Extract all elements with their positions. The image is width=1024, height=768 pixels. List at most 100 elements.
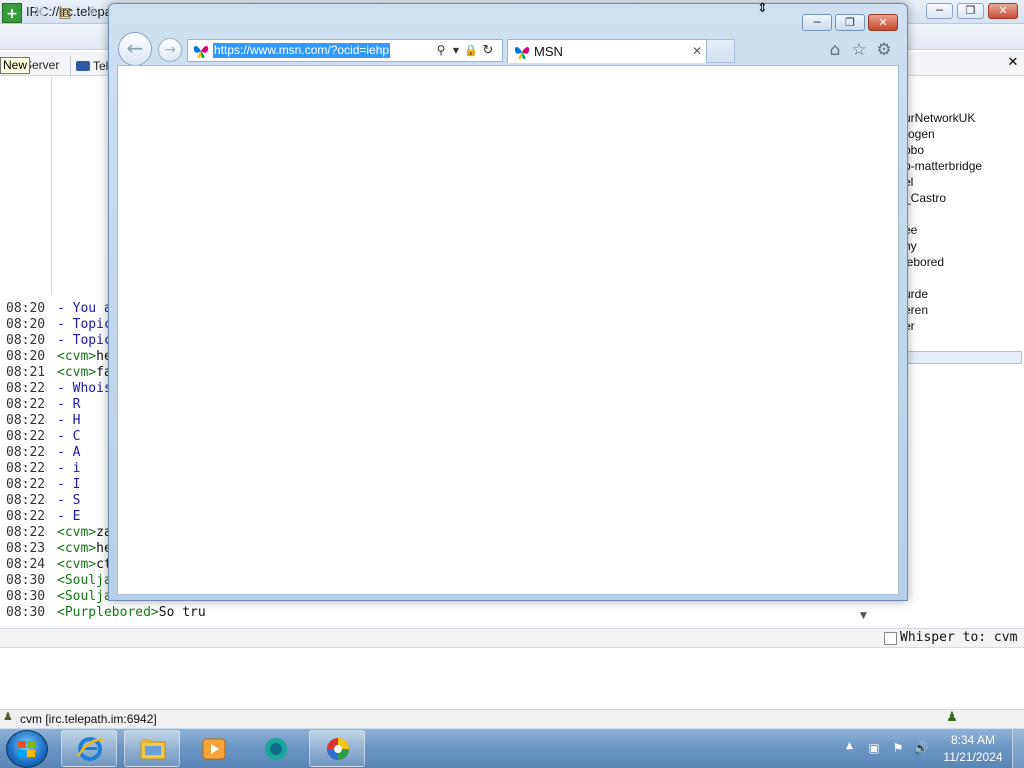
chat-timestamp: 08:22	[6, 381, 46, 396]
chat-message: - C	[57, 429, 80, 445]
disconnect-icon[interactable]: ✕	[29, 3, 49, 23]
chat-message: - You a	[57, 301, 112, 317]
action-center-flag-icon[interactable]: ⚑	[890, 741, 906, 755]
chat-timestamp: 08:22	[6, 413, 46, 428]
chat-nick[interactable]: <Purplebored>	[57, 605, 159, 620]
whisper-checkbox[interactable]	[884, 632, 897, 645]
volume-icon[interactable]: 🔊	[913, 741, 929, 755]
chat-message: - E	[57, 509, 80, 525]
tray-overflow-icon[interactable]: ▲	[846, 741, 853, 751]
chat-input[interactable]	[0, 649, 1024, 709]
address-bar[interactable]: https://www.msn.com/?ocid=iehp ⚲ ▼ 🔒 ↻	[187, 39, 503, 62]
search-icon[interactable]: ⚲	[434, 42, 448, 59]
irc-close-button[interactable]: ✕	[988, 3, 1018, 19]
status-text: cvm [irc.telepath.im:6942]	[20, 712, 157, 726]
chat-message: <cvm>za	[57, 525, 112, 541]
user-list-item[interactable]: _Castro	[904, 190, 946, 206]
chat-timestamp: 08:22	[6, 445, 46, 460]
network-icon	[76, 61, 90, 71]
properties-icon[interactable]: ▤	[55, 3, 75, 23]
internet-explorer-icon	[76, 737, 104, 761]
msn-butterfly-icon	[514, 47, 530, 59]
chat-scrollbar[interactable]: ▼	[855, 600, 872, 625]
new-tab-button[interactable]	[707, 39, 735, 63]
search-dropdown-icon[interactable]: ▼	[449, 42, 463, 59]
chat-nick[interactable]: <cvm>	[57, 349, 96, 364]
lock-icon[interactable]: 🔒	[464, 42, 478, 59]
browser-minimize-button[interactable]: ─	[802, 14, 832, 31]
chat-nick[interactable]: <Soulja	[57, 589, 112, 604]
taskbar-chat-app[interactable]	[247, 730, 303, 767]
scroll-down-icon[interactable]: ▼	[855, 608, 872, 624]
windows-logo-icon	[18, 741, 36, 757]
chat-nick[interactable]: <cvm>	[57, 525, 96, 540]
irc-maximize-button[interactable]: ❐	[957, 3, 984, 19]
tools-gear-icon[interactable]: ⚙	[874, 40, 894, 60]
chat-message: <cvm>he	[57, 349, 112, 365]
chat-timestamp: 08:22	[6, 397, 46, 412]
user-icon[interactable]: ⚘	[82, 3, 102, 23]
user-list-item[interactable]: lebored	[904, 254, 944, 270]
user-list-item[interactable]: p-matterbridge	[904, 158, 982, 174]
chat-message: - A	[57, 445, 80, 461]
browser-close-button[interactable]: ✕	[868, 14, 898, 31]
browser-content[interactable]	[117, 65, 899, 595]
chat-line: 08:30 <Purplebored>So tru	[0, 605, 872, 621]
input-header	[0, 628, 1024, 648]
browser-maximize-button[interactable]: ❐	[835, 14, 865, 31]
chat-timestamp: 08:30	[6, 589, 46, 604]
chat-system-text: - C	[57, 429, 81, 444]
forward-button[interactable]: →	[158, 38, 182, 62]
chat-message: - Whois	[57, 381, 112, 397]
chat-nick[interactable]: <Soulja	[57, 573, 112, 588]
clock-date[interactable]: 11/21/2024	[940, 750, 1006, 764]
taskbar-windows-explorer[interactable]	[124, 730, 180, 767]
chat-nick[interactable]: <cvm>	[57, 541, 96, 556]
irc-minimize-button[interactable]: ─	[926, 3, 953, 19]
back-button[interactable]: ←	[118, 32, 152, 66]
user-list-item[interactable]: rogen	[904, 126, 935, 142]
taskbar-internet-explorer[interactable]	[61, 730, 117, 767]
chat-system-text: - I	[57, 477, 81, 492]
url-text[interactable]: https://www.msn.com/?ocid=iehp	[213, 43, 391, 58]
network-icon[interactable]: ▣	[866, 741, 882, 755]
chat-timestamp: 08:30	[6, 573, 46, 588]
clock-time[interactable]: 8:34 AM	[940, 733, 1006, 747]
taskbar-media-player[interactable]	[185, 730, 241, 767]
chat-timestamp: 08:20	[6, 333, 46, 348]
chat-message: - H	[57, 413, 80, 429]
chat-system-text: - H	[57, 413, 81, 428]
chat-message: - Topic	[57, 317, 112, 333]
user-list-item[interactable]: urNetworkUK	[904, 110, 975, 126]
user-status-icon: ♟	[3, 710, 13, 723]
new-server-icon[interactable]: +	[2, 3, 22, 23]
chat-system-text: - i	[57, 461, 81, 476]
media-player-icon	[202, 738, 226, 760]
chat-timestamp: 08:21	[6, 365, 46, 380]
tab-msn[interactable]: MSN ✕	[507, 39, 707, 63]
new-tooltip: New	[0, 57, 31, 74]
chat-message: - S	[57, 493, 80, 509]
chat-system-text: - Topic	[57, 333, 112, 348]
home-icon[interactable]: ⌂	[825, 40, 845, 60]
panel-close-icon[interactable]: ✕	[1006, 56, 1020, 70]
refresh-icon[interactable]: ↻	[481, 42, 495, 59]
chat-message: <cvm>fa	[57, 365, 112, 381]
chat-divider	[51, 77, 52, 295]
chat-message: <Soulja	[57, 573, 112, 589]
irc-client-icon	[327, 738, 349, 760]
taskbar-irc-client[interactable]	[309, 730, 365, 767]
chat-timestamp: 08:20	[6, 301, 46, 316]
favorites-icon[interactable]: ☆	[849, 40, 869, 60]
chat-nick[interactable]: <cvm>	[57, 365, 96, 380]
chat-timestamp: 08:22	[6, 493, 46, 508]
chat-timestamp: 08:22	[6, 477, 46, 492]
tab-close-icon[interactable]: ✕	[690, 43, 704, 59]
show-desktop-button[interactable]	[1012, 729, 1024, 768]
chat-timestamp: 08:30	[6, 605, 46, 620]
msn-butterfly-icon	[193, 46, 209, 58]
chat-system-text: - A	[57, 445, 81, 460]
chat-text: So tru	[158, 605, 206, 620]
tab-telepath-label: Tel	[93, 59, 109, 73]
chat-nick[interactable]: <cvm>	[57, 557, 96, 572]
